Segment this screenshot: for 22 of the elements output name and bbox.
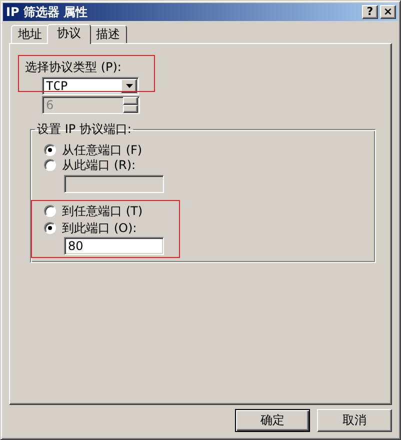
radio-label[interactable]: 到此端口 (O):	[62, 220, 137, 236]
dropdown-button[interactable]	[121, 79, 137, 93]
cancel-button[interactable]: 取消	[317, 409, 392, 432]
radio-button[interactable]	[44, 222, 56, 234]
port-field[interactable]: 80	[64, 237, 164, 255]
tab[interactable]: 地址	[11, 25, 49, 43]
caret-icon	[126, 84, 132, 88]
radio-label[interactable]: 从任意端口 (F)	[62, 142, 142, 158]
close-button[interactable]: ×	[380, 5, 396, 19]
protocol-dropdown[interactable]: TCP	[42, 77, 139, 95]
field-label: 选择协议类型 (P):	[25, 59, 122, 76]
group-title: 设置 IP 协议端口:	[36, 121, 132, 138]
tab[interactable]: 协议	[47, 24, 91, 44]
radio-label[interactable]: 到任意端口 (T)	[62, 202, 143, 220]
tab[interactable]: 描述	[89, 25, 127, 43]
ok-button[interactable]: 确定	[235, 409, 310, 432]
radio-label[interactable]: 从此端口 (R):	[62, 156, 136, 174]
radio-button[interactable]	[44, 144, 56, 156]
window-title: IP 筛选器 属性	[6, 4, 89, 20]
radio-button[interactable]	[44, 205, 56, 217]
radio-button[interactable]	[44, 159, 56, 171]
help-button[interactable]: ?	[362, 5, 378, 19]
